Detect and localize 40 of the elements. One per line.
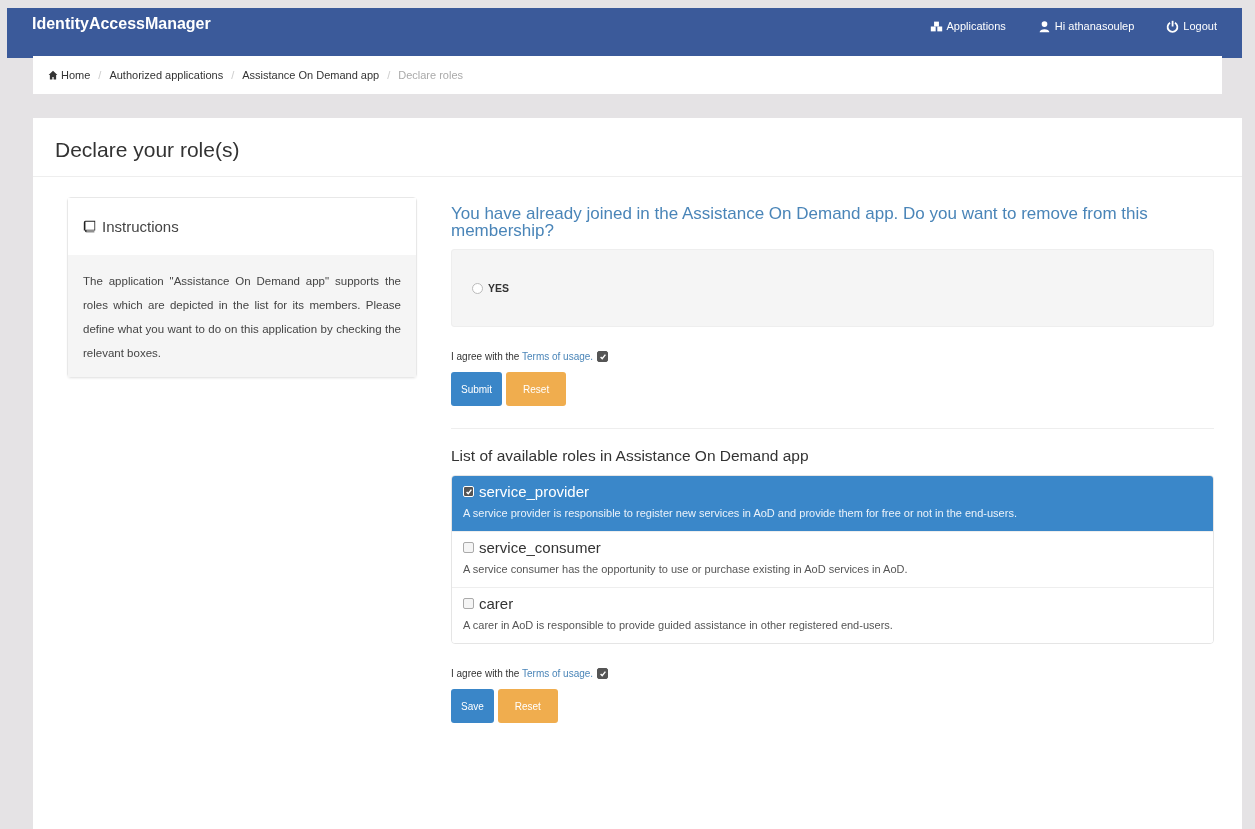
power-icon: [1166, 19, 1180, 33]
breadcrumb-separator: /: [387, 69, 391, 81]
nav-link[interactable]: Applications: [929, 19, 1006, 33]
cubes-icon: [929, 19, 943, 33]
instructions-title: Instructions: [102, 218, 179, 235]
checkbox[interactable]: [463, 598, 474, 609]
question-heading: You have already joined in the Assistance On Demand app. Do you want to remove from this membership?: [451, 205, 1149, 239]
role-description: A service consumer has the opportunity to use or purchase existing in AoD services in AoD.: [463, 562, 909, 577]
panel-title: Declare your role(s): [55, 138, 241, 162]
terms-link[interactable]: Terms of usage.: [522, 668, 594, 679]
checkbox[interactable]: [463, 542, 474, 553]
role-name: service_provider: [479, 483, 590, 500]
user-icon: [1037, 19, 1051, 33]
submit-button[interactable]: Save: [451, 689, 494, 723]
instructions-text: The application "Assistance On Demand app" supports the roles which are depicted in the list for its members. Please define what you want to do on this application by checking the relevant boxes.: [83, 274, 401, 361]
radio-button[interactable]: [472, 282, 483, 294]
role-item[interactable]: carer A carer in AoD is responsible to provide guided assistance in other registered end-users.: [452, 587, 1213, 643]
role-item[interactable]: service_provider A service provider is responsible to register new services in AoD and provide them for free or not in the end-users.: [452, 476, 1213, 531]
nav-link[interactable]: Hi athanasoulep: [1037, 19, 1135, 33]
breadcrumb-link[interactable]: Home: [48, 69, 91, 81]
breadcrumb-separator: /: [98, 69, 102, 81]
breadcrumb-link[interactable]: Authorized applications: [109, 69, 224, 81]
radio-label: YES: [488, 282, 509, 294]
terms-link[interactable]: Terms of usage.: [522, 351, 594, 362]
terms-text: I agree with the Terms of usage.: [451, 668, 594, 679]
breadcrumb-separator: /: [231, 69, 235, 81]
breadcrumb-link[interactable]: Assistance On Demand app: [242, 69, 380, 81]
home-icon: [48, 70, 58, 80]
checkbox[interactable]: [597, 351, 609, 362]
role-name: service_consumer: [479, 539, 601, 556]
role-description: A service provider is responsible to register new services in AoD and provide them for free or not in the end-users.: [463, 506, 1018, 521]
role-description: A carer in AoD is responsible to provide guided assistance in other registered end-users.: [463, 618, 894, 633]
breadcrumb-current: Declare roles: [398, 69, 464, 81]
brand-title[interactable]: IdentityAccessManager: [32, 15, 211, 33]
nav-link[interactable]: Logout: [1166, 19, 1217, 33]
role-name: carer: [479, 595, 514, 612]
checkbox[interactable]: [597, 668, 609, 679]
terms-text: I agree with the Terms of usage.: [451, 351, 594, 362]
roles-heading: List of available roles in Assistance On Demand app: [451, 447, 810, 465]
submit-button[interactable]: Submit: [451, 372, 503, 406]
